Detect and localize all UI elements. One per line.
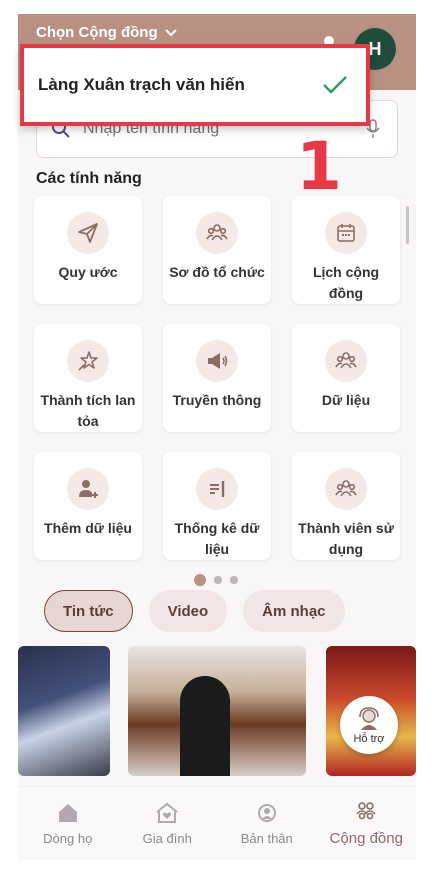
home-icon (58, 804, 77, 822)
tab-video[interactable]: Video (148, 590, 228, 632)
help-button[interactable]: Hỗ trợ (340, 696, 398, 754)
feature-label: Lịch cộng đồng (312, 264, 380, 301)
paper-plane-icon (78, 223, 98, 243)
family-home-icon (156, 802, 178, 823)
feature-card[interactable]: Thống kê dữ liệu (163, 452, 271, 560)
self-icon (257, 804, 276, 822)
feature-label: Quy ước (58, 264, 118, 280)
page-indicator (194, 574, 238, 586)
feature-card[interactable]: Thành tích lan tỏa (34, 324, 142, 432)
features-title: Các tính năng (36, 170, 142, 187)
tab-music[interactable]: Âm nhạc (243, 590, 345, 632)
feature-icon-circle (325, 212, 367, 254)
star-icon (78, 351, 98, 371)
tab-news[interactable]: Tin tức (44, 590, 133, 632)
community-selector[interactable]: Chọn Cộng đồng (36, 24, 178, 41)
page-dot[interactable] (214, 576, 222, 584)
support-agent-icon (359, 706, 379, 730)
feature-icon-circle (325, 468, 367, 510)
feature-label: Thêm dữ liệu (44, 520, 132, 536)
statistics-icon (210, 481, 225, 497)
check-icon (323, 76, 347, 94)
add-user-icon (79, 480, 98, 498)
feature-label: Sơ đồ tổ chức (169, 264, 265, 280)
nav-ban-than[interactable]: Bản thân (217, 787, 317, 860)
page-dot[interactable] (230, 576, 238, 584)
feature-card[interactable]: Dữ liệu (292, 324, 400, 432)
feature-card[interactable]: Sơ đồ tổ chức (163, 196, 271, 304)
feature-icon-circle (67, 468, 109, 510)
nav-label: Cộng đồng (329, 830, 403, 847)
chevron-down-icon (164, 28, 177, 36)
annotation-number: 1 (296, 128, 342, 205)
nav-dong-ho[interactable]: Dòng họ (18, 787, 118, 860)
feature-label: Truyền thông (172, 392, 262, 408)
help-label: Hỗ trợ (353, 732, 385, 745)
feature-icon-circle (67, 340, 109, 382)
feature-card[interactable]: Lịch cộng đồng (292, 196, 400, 304)
app-screen: Chọn Cộng đồng H Các tính năng Quy ước S… (18, 14, 416, 860)
community-option-label: Làng Xuân trạch văn hiến (38, 75, 245, 94)
people-group-icon (335, 480, 357, 497)
nav-label: Gia đình (142, 831, 192, 846)
page-dot[interactable] (194, 574, 206, 586)
person-figure (180, 676, 230, 776)
nav-gia-dinh[interactable]: Gia đình (118, 787, 218, 860)
feature-label: Thành viên sử dụng (298, 520, 394, 557)
feature-card[interactable]: Thêm dữ liệu (34, 452, 142, 560)
people-group-icon (335, 352, 357, 369)
feature-card[interactable]: Truyền thông (163, 324, 271, 432)
nav-label: Bản thân (240, 831, 293, 846)
avatar-letter: H (368, 38, 382, 59)
news-image[interactable] (128, 646, 306, 776)
feature-label: Thành tích lan tỏa (40, 392, 136, 429)
feature-icon-circle (196, 340, 238, 382)
people-group-icon (206, 224, 228, 241)
feature-icon-circle (196, 212, 238, 254)
calendar-icon (337, 224, 355, 242)
feature-card[interactable]: Thành viên sử dụng (292, 452, 400, 560)
scrollbar[interactable] (406, 206, 409, 244)
content-tabs: Tin tức Video Âm nhạc (44, 590, 345, 632)
community-icon (356, 802, 376, 820)
feature-label: Dữ liệu (321, 392, 371, 408)
feature-card[interactable]: Quy ước (34, 196, 142, 304)
feature-label: Thống kê dữ liệu (174, 520, 260, 557)
news-image[interactable] (18, 646, 110, 776)
feature-icon-circle (196, 468, 238, 510)
community-selector-label: Chọn Cộng đồng (36, 24, 158, 41)
megaphone-icon (208, 353, 228, 369)
nav-cong-dong[interactable]: Cộng đồng (317, 787, 417, 860)
bottom-navigation: Dòng họ Gia đình Bản thân Cộng đồng (18, 786, 416, 860)
feature-icon-circle (325, 340, 367, 382)
feature-icon-circle (67, 212, 109, 254)
community-dropdown-option[interactable]: Làng Xuân trạch văn hiến (20, 44, 370, 126)
nav-label: Dòng họ (43, 831, 93, 846)
